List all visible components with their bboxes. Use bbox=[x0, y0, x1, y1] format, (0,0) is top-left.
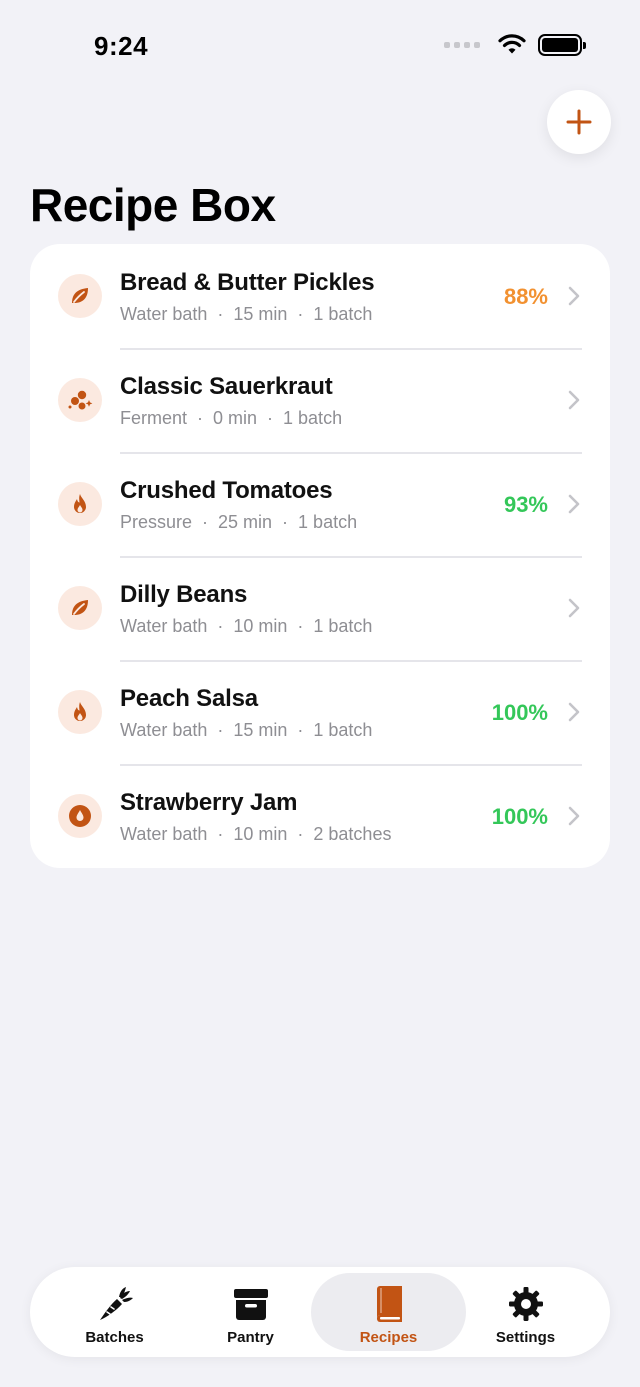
chevron-right-icon bbox=[568, 390, 580, 410]
recipe-progress: 93% bbox=[503, 492, 548, 517]
recipe-name: Classic Sauerkraut bbox=[120, 373, 333, 400]
page-title: Recipe Box bbox=[30, 179, 276, 231]
status-bar: 9:24 bbox=[0, 0, 640, 94]
battery-icon bbox=[538, 34, 586, 56]
tab-recipes[interactable]: Recipes bbox=[311, 1273, 466, 1351]
recipe-meta: Water bath · 10 min · 1 batch bbox=[120, 616, 373, 636]
archive-box-icon bbox=[233, 1285, 269, 1323]
recipe-text: Bread & Butter Pickles Water bath · 15 m… bbox=[120, 268, 375, 325]
bubbles-icon bbox=[58, 378, 102, 422]
leaf-icon bbox=[58, 274, 102, 318]
chevron-right-icon bbox=[568, 286, 580, 306]
tab-bar: Batches Pantry Recipes Settings bbox=[30, 1267, 610, 1357]
recipe-row[interactable]: Classic Sauerkraut Ferment · 0 min · 1 b… bbox=[30, 348, 610, 452]
recipe-row[interactable]: Bread & Butter Pickles Water bath · 15 m… bbox=[30, 244, 610, 348]
recipe-progress: 100% bbox=[491, 700, 548, 725]
recipe-row[interactable]: Crushed Tomatoes Pressure · 25 min · 1 b… bbox=[30, 452, 610, 556]
flame-icon bbox=[58, 482, 102, 526]
gear-icon bbox=[508, 1285, 544, 1323]
book-icon bbox=[373, 1285, 405, 1323]
recipe-progress: 100% bbox=[491, 804, 548, 829]
tab-label: Settings bbox=[495, 1329, 556, 1346]
leaf-icon bbox=[58, 586, 102, 630]
recipe-meta: Ferment · 0 min · 1 batch bbox=[120, 408, 343, 428]
recipe-text: Dilly Beans Water bath · 10 min · 1 batc… bbox=[120, 580, 372, 637]
wifi-icon bbox=[498, 34, 526, 54]
recipe-row[interactable]: Strawberry Jam Water bath · 10 min · 2 b… bbox=[30, 764, 610, 868]
tab-settings[interactable]: Settings bbox=[448, 1273, 603, 1351]
chevron-right-icon bbox=[568, 598, 580, 618]
recipe-row[interactable]: Dilly Beans Water bath · 10 min · 1 batc… bbox=[30, 556, 610, 660]
tab-label: Batches bbox=[85, 1329, 144, 1346]
recipe-meta: Water bath · 15 min · 1 batch bbox=[120, 720, 373, 740]
recipe-name: Strawberry Jam bbox=[120, 789, 298, 816]
recipe-name: Dilly Beans bbox=[120, 581, 248, 608]
recipe-progress: 88% bbox=[503, 284, 548, 309]
recipe-meta: Water bath · 10 min · 2 batches bbox=[120, 824, 392, 844]
recipe-name: Peach Salsa bbox=[120, 685, 258, 712]
chevron-right-icon bbox=[568, 494, 580, 514]
plus-icon bbox=[566, 109, 592, 135]
tab-pantry[interactable]: Pantry bbox=[173, 1273, 328, 1351]
flame-icon bbox=[58, 690, 102, 734]
recipe-name: Bread & Butter Pickles bbox=[120, 269, 375, 296]
tab-label: Recipes bbox=[359, 1329, 418, 1346]
drop-icon bbox=[58, 794, 102, 838]
carrot-icon bbox=[95, 1285, 135, 1323]
tab-batches[interactable]: Batches bbox=[37, 1273, 192, 1351]
recipe-list: Bread & Butter Pickles Water bath · 15 m… bbox=[30, 244, 610, 868]
recipe-text: Strawberry Jam Water bath · 10 min · 2 b… bbox=[120, 788, 391, 845]
chevron-right-icon bbox=[568, 806, 580, 826]
recipe-text: Classic Sauerkraut Ferment · 0 min · 1 b… bbox=[120, 372, 342, 429]
recipe-meta: Pressure · 25 min · 1 batch bbox=[120, 512, 358, 532]
add-recipe-button[interactable] bbox=[547, 90, 611, 154]
recipe-name: Crushed Tomatoes bbox=[120, 477, 333, 504]
chevron-right-icon bbox=[568, 702, 580, 722]
status-time: 9:24 bbox=[94, 31, 149, 61]
cellular-signal-icon bbox=[444, 42, 480, 48]
status-icons bbox=[444, 34, 586, 56]
recipe-row[interactable]: Peach Salsa Water bath · 15 min · 1 batc… bbox=[30, 660, 610, 764]
recipe-meta: Water bath · 15 min · 1 batch bbox=[120, 304, 373, 324]
tab-label: Pantry bbox=[227, 1329, 274, 1346]
recipe-text: Crushed Tomatoes Pressure · 25 min · 1 b… bbox=[120, 476, 357, 533]
recipe-text: Peach Salsa Water bath · 15 min · 1 batc… bbox=[120, 684, 372, 741]
